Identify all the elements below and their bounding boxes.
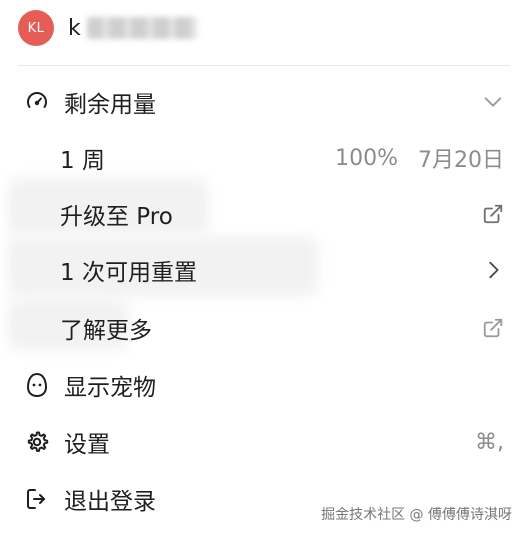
user-row[interactable]: KL k xyxy=(18,8,197,48)
chevron-down-icon xyxy=(482,91,504,113)
learn-more-item[interactable]: 了解更多 xyxy=(0,306,526,350)
usage-item[interactable]: 剩余用量 xyxy=(0,80,526,124)
gauge-icon xyxy=(24,89,50,115)
usage-percent: 100% xyxy=(335,145,398,171)
redacted-username xyxy=(86,17,197,39)
divider xyxy=(18,65,510,66)
gear-icon xyxy=(24,429,50,455)
show-pet-label: 显示宠物 xyxy=(64,375,156,401)
logout-icon xyxy=(24,486,50,512)
avatar: KL xyxy=(18,10,54,46)
reset-date: 7月20日 xyxy=(418,148,504,173)
pet-egg-icon xyxy=(24,372,50,398)
chevron-right-icon xyxy=(482,259,504,281)
username: k xyxy=(68,16,197,41)
username-text: k xyxy=(68,15,81,41)
week-label: 1 周 xyxy=(60,148,105,174)
account-menu: KL k 剩余用量 1 周 100% 7月20日 升级至 Pro 1 次可用重置… xyxy=(0,0,526,536)
learn-more-label: 了解更多 xyxy=(60,318,152,344)
available-resets-item[interactable]: 1 次可用重置 xyxy=(0,248,526,292)
settings-label: 设置 xyxy=(64,432,110,458)
shortcut-text: ⌘, xyxy=(475,429,504,455)
usage-label: 剩余用量 xyxy=(64,92,156,118)
upgrade-label: 升级至 Pro xyxy=(60,204,173,230)
show-pet-item[interactable]: 显示宠物 xyxy=(0,363,526,407)
external-link-icon xyxy=(482,317,504,339)
week-usage-meta: 100% 7月20日 xyxy=(335,142,504,174)
weekly-usage-row: 1 周 100% 7月20日 xyxy=(0,136,526,180)
logout-label: 退出登录 xyxy=(64,489,156,515)
settings-item[interactable]: 设置 ⌘, xyxy=(0,420,526,464)
external-link-icon xyxy=(482,203,504,225)
watermark: 掘金技术社区 @ 傅傅傅诗淇呀 xyxy=(321,507,512,523)
settings-shortcut: ⌘, xyxy=(475,430,504,455)
upgrade-pro-item[interactable]: 升级至 Pro xyxy=(0,192,526,236)
resets-label: 1 次可用重置 xyxy=(60,260,197,286)
